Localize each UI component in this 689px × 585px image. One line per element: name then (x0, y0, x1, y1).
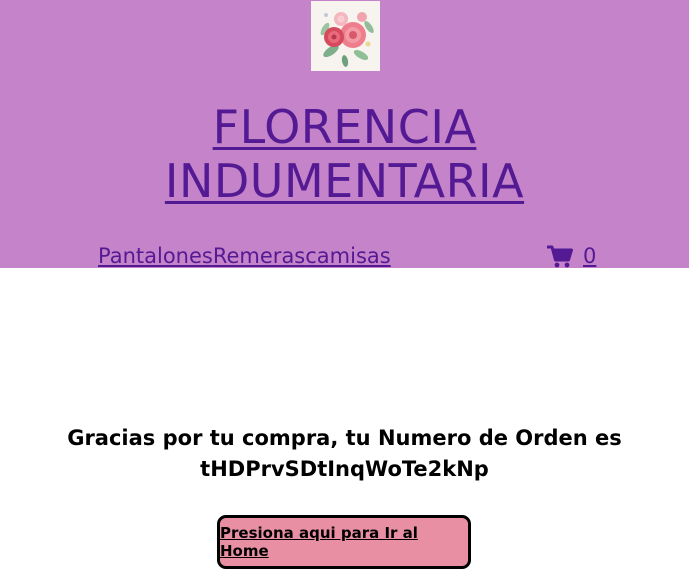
shopping-cart-icon[interactable] (547, 245, 573, 268)
category-nav: PantalonesRemerascamisas (98, 242, 391, 270)
flower-logo-image (311, 1, 380, 71)
order-message: Gracias por tu compra, tu Numero de Orde… (0, 423, 689, 485)
go-home-button-label[interactable]: Presiona aqui para Ir al Home (220, 524, 468, 560)
nav-link-camisas[interactable]: camisas (305, 244, 390, 268)
nav-link-pantalones[interactable]: Pantalones (98, 244, 213, 268)
go-home-button[interactable]: Presiona aqui para Ir al Home (217, 515, 471, 569)
brand-title-line1[interactable]: FLORENCIA (0, 100, 689, 154)
nav-link-remeras[interactable]: Remeras (213, 244, 305, 268)
thank-you-text: Gracias por tu compra, tu Numero de Orde… (67, 426, 622, 450)
brand-title-line2[interactable]: INDUMENTARIA (0, 154, 689, 208)
cart-count[interactable]: 0 (583, 242, 596, 270)
cart-widget[interactable]: 0 (547, 242, 596, 270)
site-header: FLORENCIA INDUMENTARIA PantalonesRemeras… (0, 0, 689, 268)
order-number: tHDPrvSDtInqWoTe2kNp (200, 457, 489, 481)
brand-title[interactable]: FLORENCIA INDUMENTARIA (0, 100, 689, 208)
